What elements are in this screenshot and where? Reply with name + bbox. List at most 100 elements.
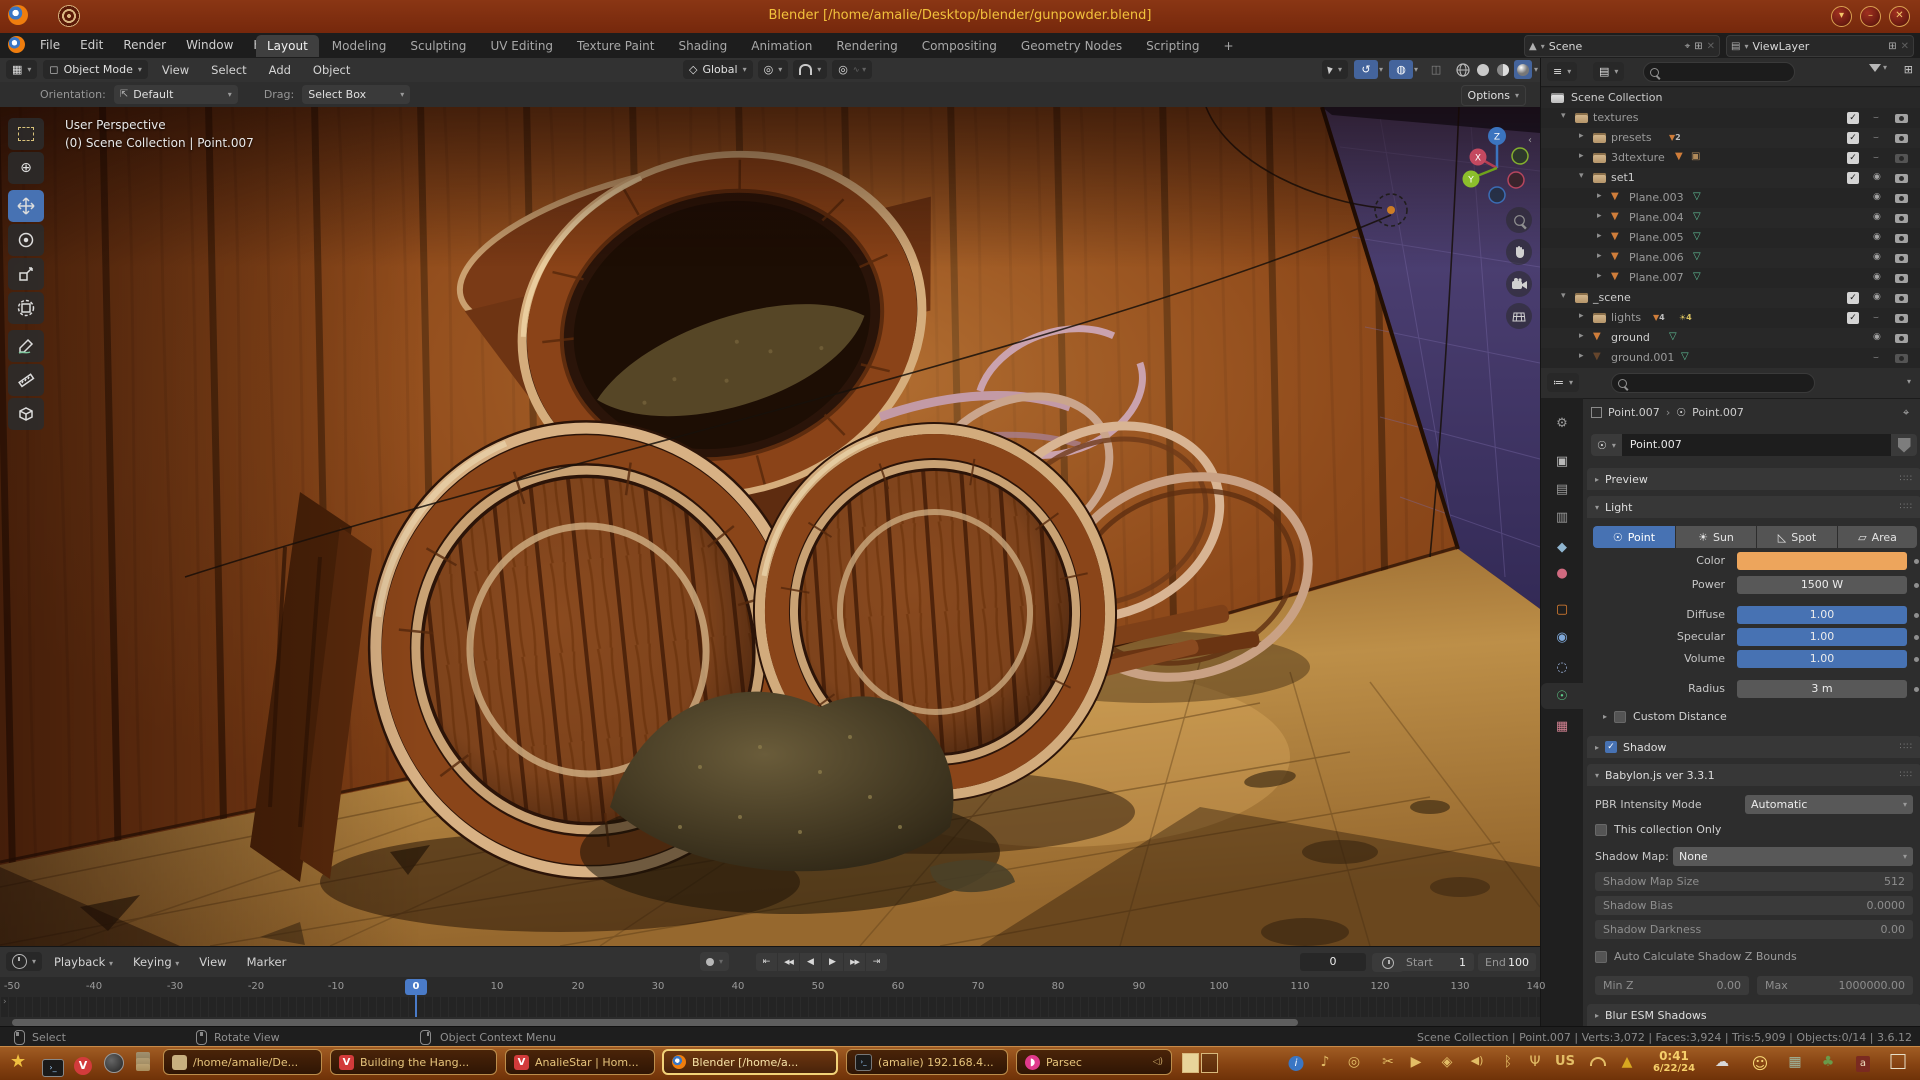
new-viewlayer-icon[interactable]: ⊞ [1888,41,1896,52]
tool-cursor[interactable]: ⊕ [8,152,44,184]
tray-usb-icon[interactable]: Ψ [1529,1054,1540,1070]
tray-clipboard-scissors-icon[interactable]: ✂ [1382,1054,1394,1070]
outliner-item-label[interactable]: Plane.006 [1629,251,1684,264]
outliner-item-label[interactable]: ground.001 [1611,351,1674,364]
outliner-filter-mode-button[interactable]: ▤▾ [1593,62,1624,81]
eye-closed-icon[interactable]: ⌣ [1873,113,1879,123]
power-field[interactable]: 1500 W [1737,576,1907,594]
auto-calc-row[interactable]: Auto Calculate Shadow Z Bounds [1595,950,1797,963]
eye-closed-icon[interactable]: ⌣ [1873,153,1879,163]
eye-closed-icon[interactable]: ⌣ [1873,313,1879,323]
taskbar-window-ssh[interactable]: ›_ (amalie) 192.168.4... [846,1049,1008,1075]
tab-scene[interactable]: ◆ [1541,534,1583,560]
sidebar-collapse-arrow[interactable]: ‹ [1528,135,1532,146]
properties-search-input[interactable] [1611,373,1815,393]
viewlayer-name[interactable]: ViewLayer [1752,40,1884,53]
collection-checkbox[interactable]: ✓ [1847,172,1859,184]
tab-compositing[interactable]: Compositing [911,35,1008,57]
outliner-item-label[interactable]: Plane.005 [1629,231,1684,244]
eye-closed-icon[interactable]: ⌣ [1873,133,1879,143]
viewport-menu-select[interactable]: Select [203,63,254,77]
camera-visibility-icon[interactable] [1895,234,1908,243]
timeline-editor-type-button[interactable]: ▾ [6,952,42,971]
tab-shading[interactable]: Shading [667,35,738,57]
outliner-item-label[interactable]: _scene [1593,291,1631,304]
specular-slider[interactable]: 1.00 [1737,628,1907,646]
scene-name[interactable]: Scene [1549,40,1681,53]
outliner-row-ground[interactable]: ▸ ▼ ground ▽ ◉ [1541,328,1920,348]
animate-dot[interactable] [1914,687,1919,692]
disclosure-closed-icon[interactable]: ▸ [1579,311,1584,321]
tray-info-icon[interactable]: i [1289,1054,1304,1071]
menu-file[interactable]: File [30,33,70,58]
outliner-row-3dtexture[interactable]: ▸ 3dtexture ▼ ▣ ✓ ⌣ [1541,148,1920,168]
disclosure-open-icon[interactable]: ▾ [1561,291,1566,301]
tray-sync-icon[interactable]: ◎ [1348,1054,1360,1070]
tab-uv-editing[interactable]: UV Editing [479,35,564,57]
disclosure-open-icon[interactable]: ▾ [1561,111,1566,121]
collection-checkbox[interactable]: ✓ [1847,312,1859,324]
disclosure-closed-icon[interactable]: ▸ [1579,131,1584,141]
play-reverse-button[interactable]: ◀ [800,953,821,971]
animate-dot[interactable] [1914,559,1919,564]
taskbar-window-parsec[interactable]: ◗ Parsec ◁) [1016,1049,1172,1075]
tray-calculator-icon[interactable]: ▦ [1788,1054,1801,1070]
outliner-row-plane006[interactable]: ▸ ▼ Plane.006 ▽ ◉ [1541,248,1920,268]
viewport-3d-scene[interactable] [0,107,1540,946]
disclosure-closed-icon[interactable]: ▸ [1579,331,1584,341]
outliner-search-input[interactable] [1643,62,1795,82]
collection-only-checkbox[interactable] [1595,824,1607,836]
outliner-item-label[interactable]: Scene Collection [1571,91,1662,104]
disclosure-closed-icon[interactable]: ▸ [1597,211,1602,221]
animate-dot[interactable] [1914,635,1919,640]
pin-icon[interactable]: ⌖ [1685,41,1691,52]
camera-view-button[interactable] [1506,271,1532,297]
custom-distance-checkbox[interactable] [1614,711,1626,723]
pin-id-icon[interactable]: ⌖ [1903,406,1909,420]
camera-visibility-icon[interactable] [1895,214,1908,223]
viewport-menu-add[interactable]: Add [261,63,299,77]
toggle-perspective-button[interactable] [1506,303,1532,329]
object-type-visibility-dropdown[interactable]: ▾ [1322,60,1348,79]
light-panel-header[interactable]: ▾Light ∷∷ [1587,496,1920,518]
timeline-channel-area[interactable] [0,997,1540,1017]
tab-scripting[interactable]: Scripting [1135,35,1210,57]
end-frame-field[interactable]: End100 [1478,953,1536,971]
tray-weather-icon[interactable]: ☁ [1715,1054,1729,1070]
tab-object[interactable]: ▢ [1541,596,1583,622]
light-color-swatch[interactable] [1737,552,1907,570]
shading-solid-icon[interactable] [1474,60,1492,79]
outliner-item-label[interactable]: 3dtexture [1611,151,1665,164]
animate-dot[interactable] [1914,613,1919,618]
light-type-area[interactable]: ▱Area [1838,526,1917,548]
tool-annotate[interactable] [8,330,44,362]
breadcrumb-object[interactable]: Point.007 [1608,406,1660,419]
outliner-item-label[interactable]: textures [1593,111,1638,124]
options-dropdown[interactable]: Options▾ [1461,85,1526,106]
tab-world[interactable]: ● [1541,560,1583,586]
zoom-view-button[interactable] [1506,207,1532,233]
tray-volume-icon[interactable]: ◀) [1471,1054,1484,1067]
camera-disabled-icon[interactable] [1895,354,1908,363]
light-type-sun[interactable]: ☀Sun [1676,526,1756,548]
viewport-menu-view[interactable]: View [154,63,197,77]
tray-bluetooth-icon[interactable]: ᛒ [1504,1054,1512,1070]
shading-wireframe-icon[interactable] [1454,60,1472,79]
proportional-editing-toggle[interactable]: ◎∿ ▾ [832,60,872,79]
menu-edit[interactable]: Edit [70,33,113,58]
outliner-row-scene-collection[interactable]: Scene Collection [1541,88,1920,108]
tool-rotate[interactable] [8,224,44,256]
outliner-row-textures[interactable]: ▾ textures ✓ ⌣ [1541,108,1920,128]
tab-texture[interactable]: ▦ [1541,713,1583,739]
scene-selector[interactable]: ▲▾ Scene ⌖ ⊞ ✕ [1524,35,1720,57]
camera-visibility-icon[interactable] [1895,114,1908,123]
eye-open-icon[interactable]: ◉ [1873,232,1881,242]
tool-measure[interactable] [8,364,44,396]
drag-setting-dropdown[interactable]: Select Box ▾ [302,85,410,104]
outliner-filter-button[interactable]: ▾ [1869,63,1887,72]
taskbar-window-blender[interactable]: Blender [/home/a... [662,1049,838,1075]
outliner-display-mode-button[interactable]: ≡▾ [1547,62,1577,81]
viewport-menu-object[interactable]: Object [305,63,358,77]
tab-geometry-nodes[interactable]: Geometry Nodes [1010,35,1133,57]
timeline-menu-view[interactable]: View [191,955,234,969]
